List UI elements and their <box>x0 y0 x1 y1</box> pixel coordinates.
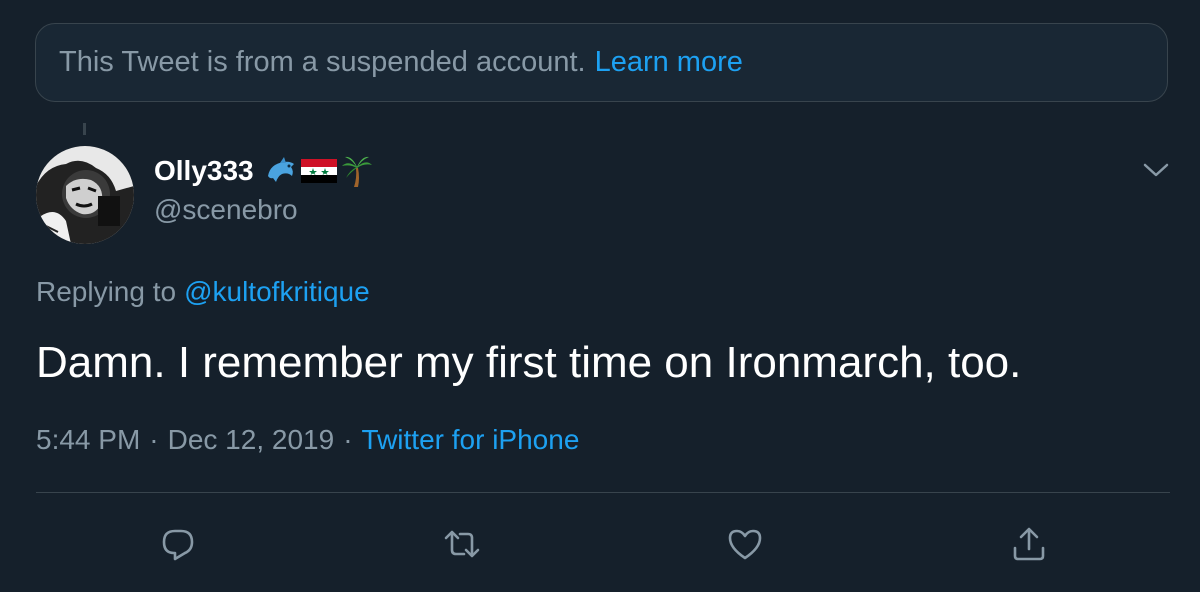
author-display-name[interactable]: Olly333 <box>154 155 254 187</box>
avatar-image <box>36 146 134 244</box>
learn-more-link[interactable]: Learn more <box>595 46 743 79</box>
dolphin-emoji-icon <box>267 157 294 182</box>
retweet-button[interactable] <box>440 522 484 566</box>
heart-icon <box>728 529 762 560</box>
more-options-caret[interactable] <box>1140 156 1172 184</box>
chevron-down-icon <box>1143 163 1169 177</box>
tweet-source-link[interactable]: Twitter for iPhone <box>362 424 580 455</box>
tweet-time[interactable]: 5:44 PM <box>36 424 140 455</box>
share-icon <box>1013 527 1045 561</box>
syria-flag-emoji-icon <box>300 159 337 183</box>
divider <box>36 492 1170 493</box>
retweet-icon <box>444 530 480 558</box>
suspended-account-notice: This Tweet is from a suspended account. … <box>35 23 1168 102</box>
like-button[interactable] <box>723 522 767 566</box>
replying-to-label: Replying to <box>36 276 177 307</box>
meta-separator: · <box>149 424 159 455</box>
author-handle[interactable]: @scenebro <box>154 194 298 226</box>
meta-separator: · <box>343 424 353 455</box>
notice-text: This Tweet is from a suspended account. <box>59 46 586 78</box>
replying-to-line: Replying to @kultofkritique <box>36 276 370 308</box>
tweet-meta: 5:44 PM · Dec 12, 2019 · Twitter for iPhone <box>36 424 579 456</box>
reply-mention-link[interactable]: @kultofkritique <box>184 276 370 307</box>
name-emojis <box>264 154 374 188</box>
reply-icon <box>162 529 194 561</box>
author-name-row[interactable]: Olly333 <box>154 150 374 192</box>
reply-button[interactable] <box>156 522 200 566</box>
share-button[interactable] <box>1007 522 1051 566</box>
palm-tree-emoji-icon <box>341 156 372 187</box>
thread-connector-line <box>83 123 86 135</box>
tweet-text: Damn. I remember my first time on Ironma… <box>36 338 1022 387</box>
tweet-date[interactable]: Dec 12, 2019 <box>168 424 335 455</box>
avatar[interactable] <box>36 146 134 244</box>
